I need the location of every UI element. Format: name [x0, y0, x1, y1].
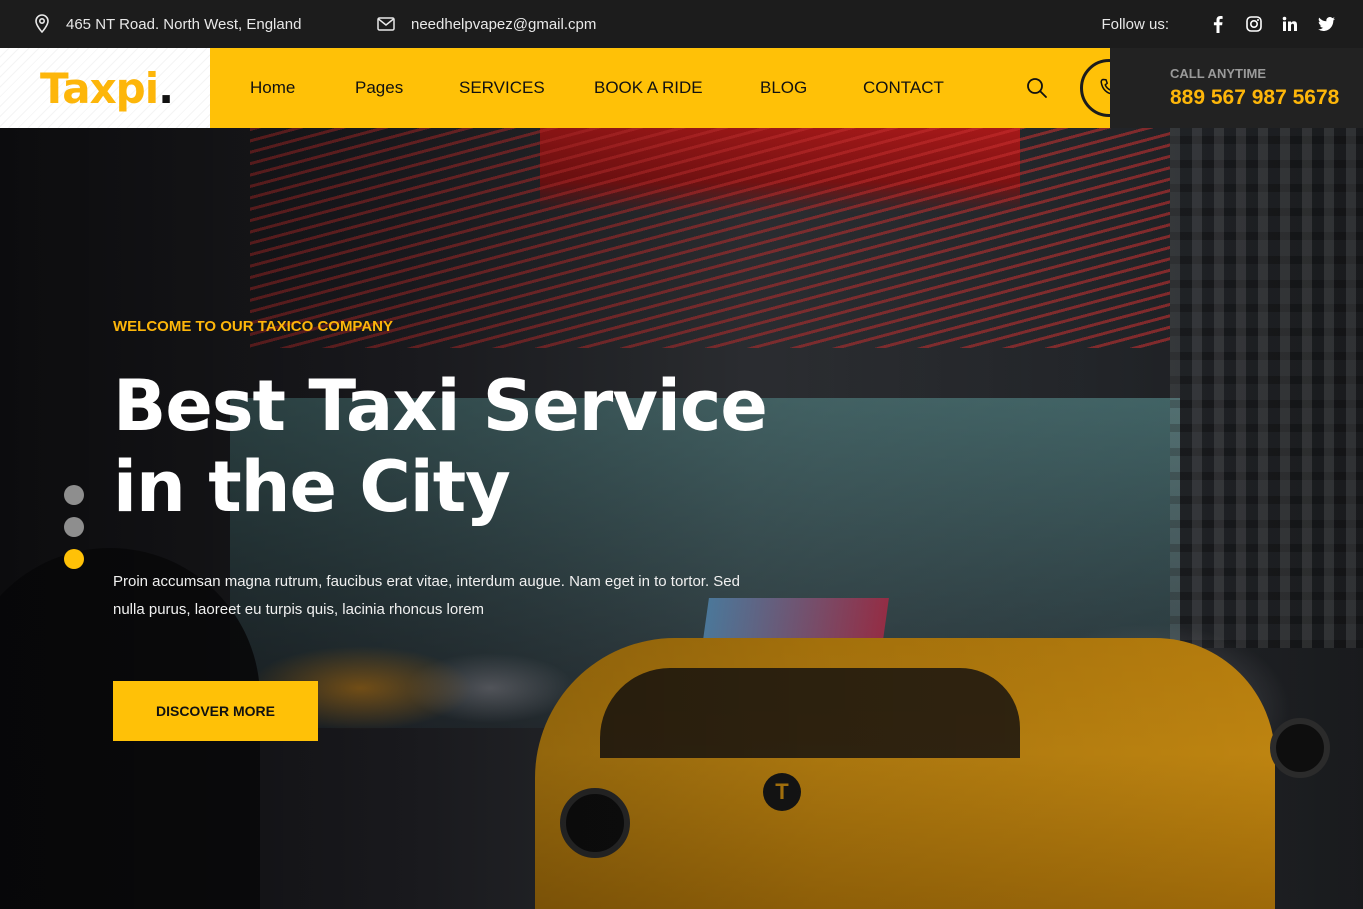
main-nav: Home Pages SERVICES BOOK A RIDE BLOG CON… [210, 48, 1138, 128]
follow-label: Follow us: [1101, 15, 1169, 33]
nav-services[interactable]: SERVICES [459, 48, 545, 128]
hero-description: Proin accumsan magna rutrum, faucibus er… [113, 573, 740, 618]
search-icon[interactable] [1026, 77, 1048, 99]
call-anytime-box: CALL ANYTIME 889 567 987 5678 [1110, 48, 1363, 128]
nav-home[interactable]: Home [250, 48, 295, 128]
discover-more-button[interactable]: DISCOVER MORE [113, 681, 318, 741]
main-header: Taxpi. Home Pages SERVICES BOOK A RIDE B… [0, 48, 1363, 128]
call-number[interactable]: 889 567 987 5678 [1170, 86, 1339, 110]
hero-headline: Best Taxi Service in the City [113, 366, 793, 528]
nav-book-a-ride[interactable]: BOOK A RIDE [594, 48, 703, 128]
nav-contact[interactable]: CONTACT [863, 48, 944, 128]
slider-dot-2[interactable] [64, 517, 84, 537]
location-pin-icon [35, 14, 49, 34]
slider-dot-1[interactable] [64, 485, 84, 505]
slider-dot-3-active[interactable] [64, 549, 84, 569]
hero-eyebrow: WELCOME TO OUR TAXICO COMPANY [113, 318, 393, 335]
facebook-icon[interactable] [1209, 15, 1227, 33]
instagram-icon[interactable] [1245, 15, 1263, 33]
logo-dot: . [158, 63, 175, 113]
hero-headline-line1: Best Taxi Service [113, 365, 768, 447]
email-info[interactable]: needhelpvapez@gmail.cpm [377, 0, 596, 48]
slider-pagination [64, 485, 84, 581]
email-text[interactable]: needhelpvapez@gmail.cpm [411, 16, 596, 33]
logo[interactable]: Taxpi. [0, 48, 210, 128]
top-bar: 465 NT Road. North West, England needhel… [0, 0, 1363, 48]
logo-text: Taxpi [40, 63, 159, 113]
envelope-icon [377, 17, 395, 31]
hero-headline-line2: in the City [113, 446, 511, 528]
linkedin-icon[interactable] [1281, 15, 1299, 33]
hero-slider: T WELCOME TO OUR TAXICO COMPANY Best Tax… [0, 128, 1363, 909]
nav-pages[interactable]: Pages [355, 48, 403, 128]
address-info: 465 NT Road. North West, England [34, 0, 301, 48]
twitter-icon[interactable] [1317, 15, 1335, 33]
address-text: 465 NT Road. North West, England [66, 15, 302, 33]
call-label: CALL ANYTIME [1170, 66, 1267, 81]
social-follow: Follow us: [1101, 0, 1335, 48]
nav-blog[interactable]: BLOG [760, 48, 807, 128]
